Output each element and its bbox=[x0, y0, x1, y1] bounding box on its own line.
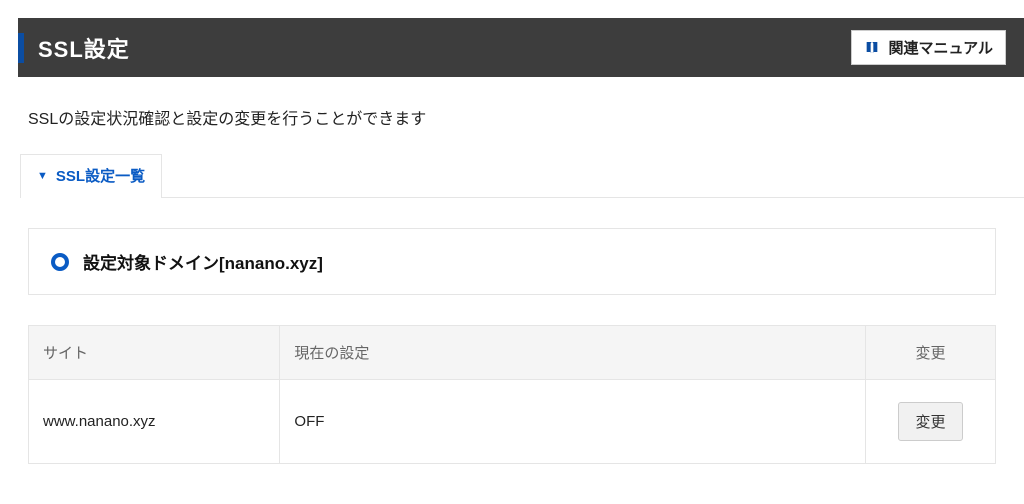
book-icon bbox=[864, 40, 880, 56]
th-site: サイト bbox=[29, 326, 280, 380]
target-domain-label: 設定対象ドメイン[nanano.xyz] bbox=[83, 249, 323, 274]
radio-icon bbox=[51, 253, 69, 271]
related-manual-button[interactable]: 関連マニュアル bbox=[851, 30, 1006, 65]
table-row: www.nanano.xyz OFF 変更 bbox=[29, 380, 996, 464]
target-domain-panel: 設定対象ドメイン[nanano.xyz] bbox=[28, 228, 996, 295]
th-current: 現在の設定 bbox=[280, 326, 866, 380]
page-header: SSL設定 関連マニュアル bbox=[18, 18, 1024, 77]
tab-ssl-list[interactable]: ▼ SSL設定一覧 bbox=[20, 154, 162, 198]
th-change: 変更 bbox=[866, 326, 996, 380]
tab-row: ▼ SSL設定一覧 bbox=[20, 153, 1024, 198]
tab-label: SSL設定一覧 bbox=[56, 165, 145, 186]
cell-change: 変更 bbox=[866, 380, 996, 464]
page-description: SSLの設定状況確認と設定の変更を行うことができます bbox=[0, 77, 1024, 153]
change-button[interactable]: 変更 bbox=[898, 402, 962, 441]
related-manual-label: 関連マニュアル bbox=[888, 37, 993, 58]
page-title: SSL設定 bbox=[38, 32, 130, 64]
header-left: SSL設定 bbox=[18, 32, 130, 64]
ssl-settings-table: サイト 現在の設定 変更 www.nanano.xyz OFF 変更 bbox=[28, 325, 996, 464]
cell-site: www.nanano.xyz bbox=[29, 380, 280, 464]
cell-current: OFF bbox=[280, 380, 866, 464]
accent-stripe bbox=[18, 33, 24, 63]
chevron-down-icon: ▼ bbox=[37, 170, 48, 182]
